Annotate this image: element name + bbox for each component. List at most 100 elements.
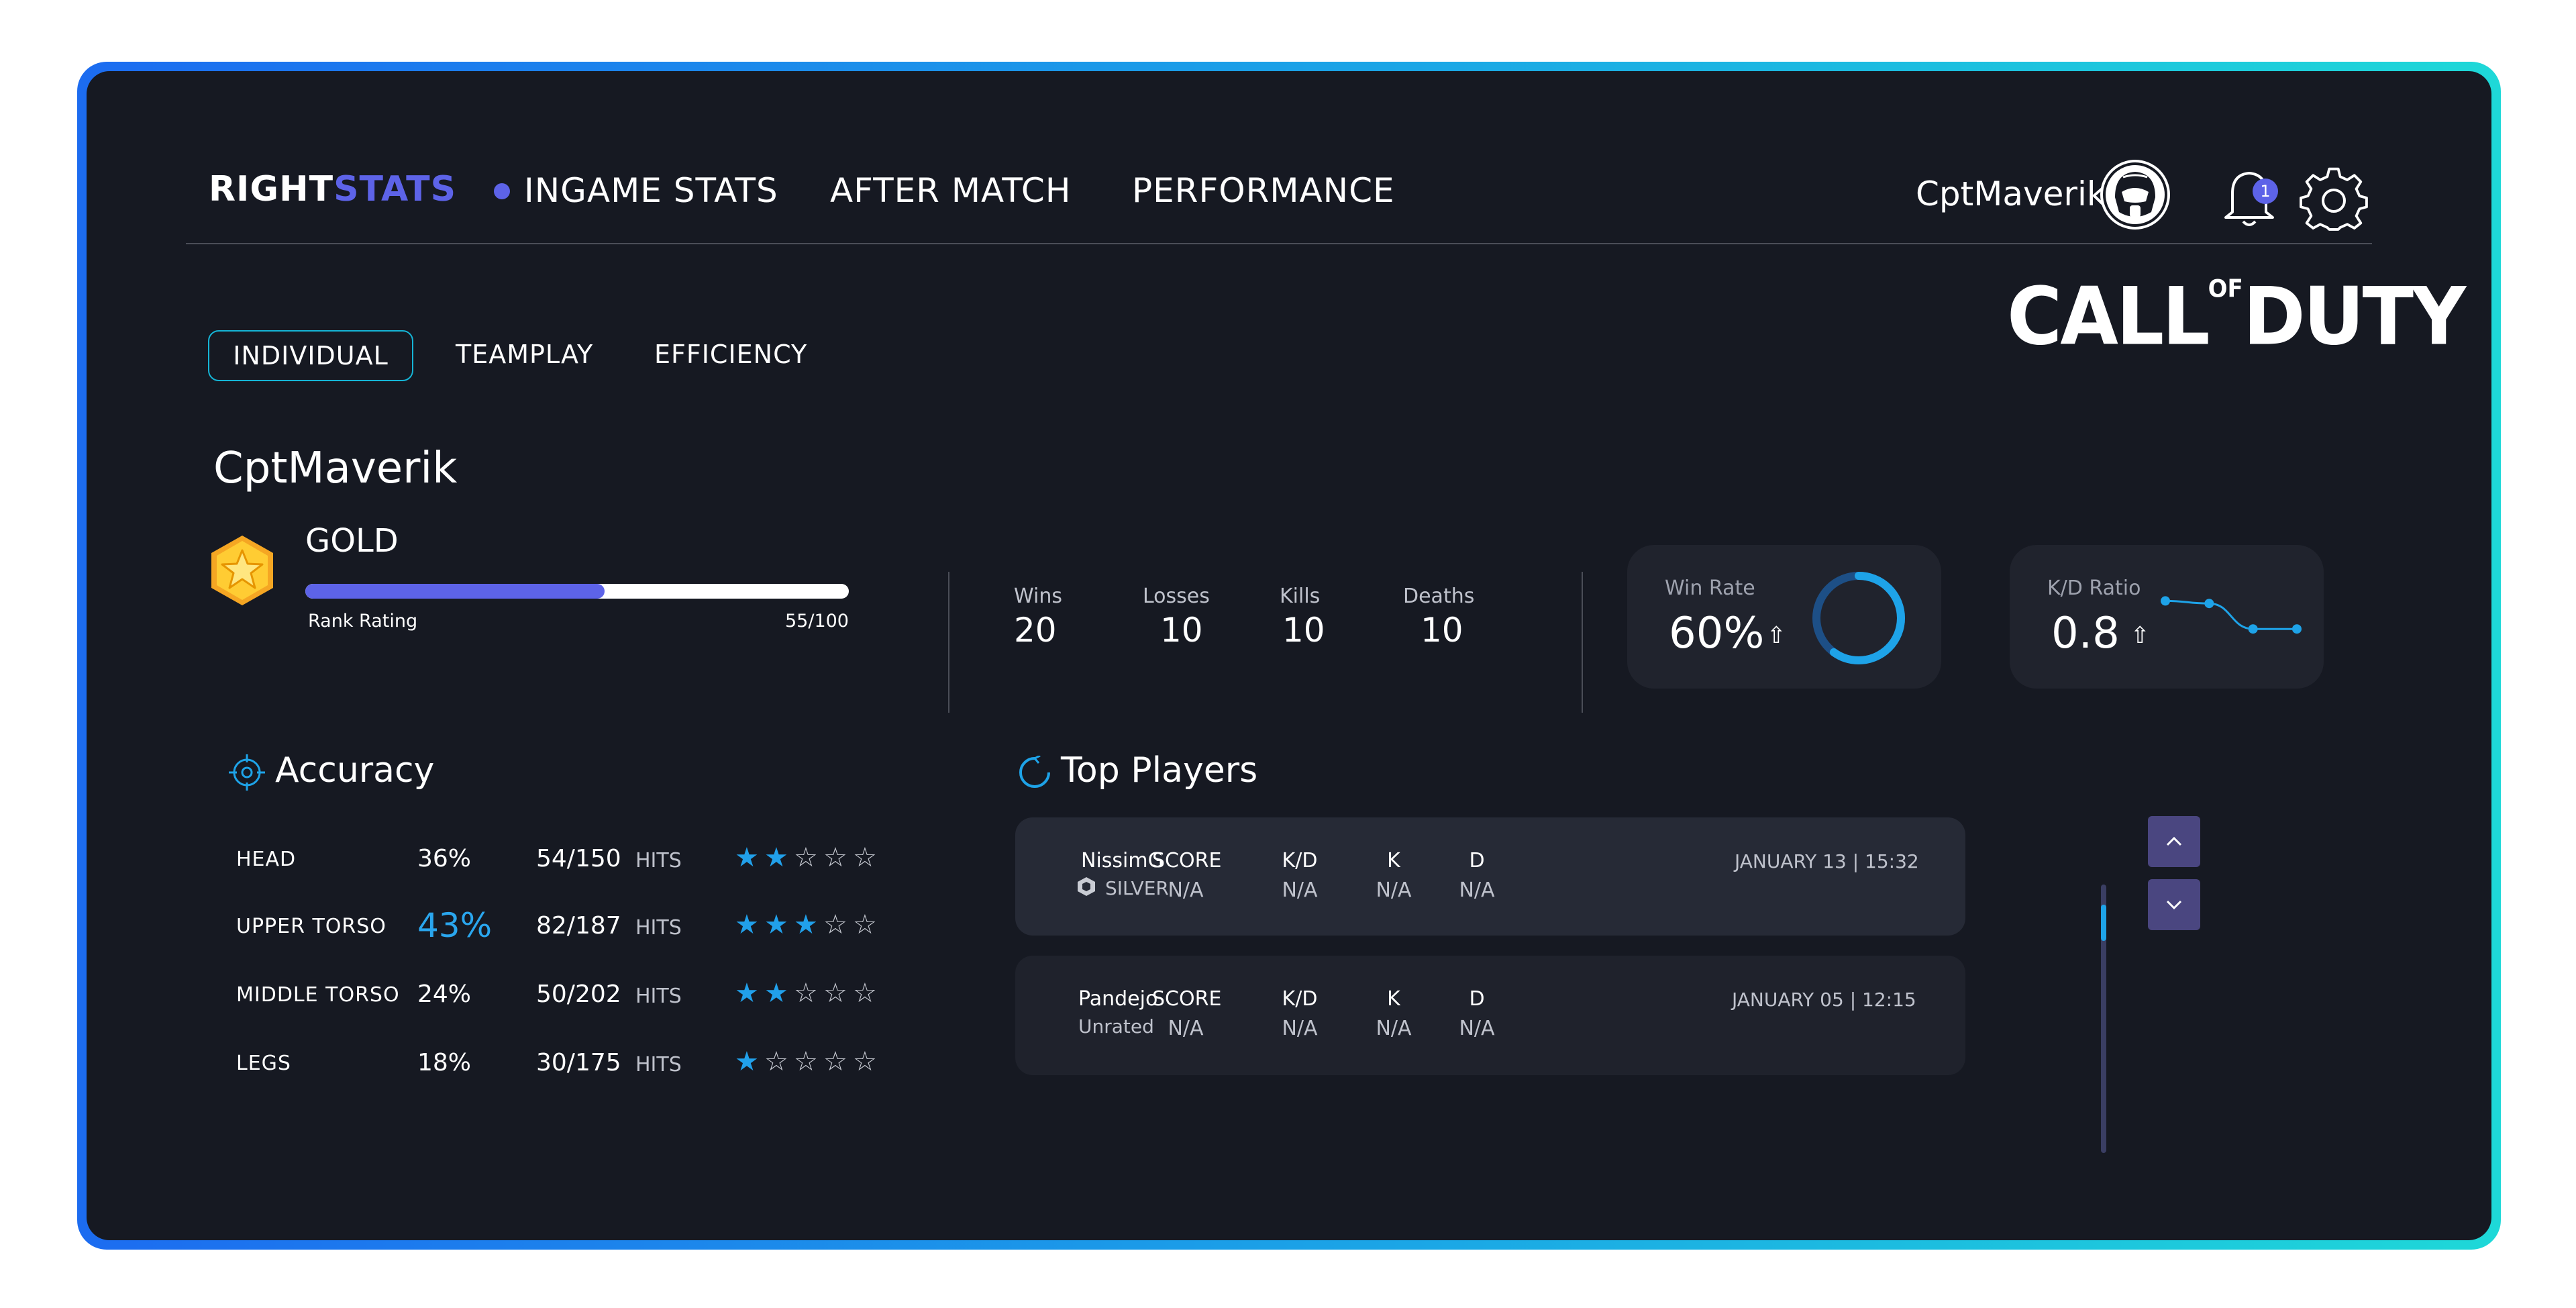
player-col-value: N/A — [1168, 1017, 1204, 1040]
nav-performance[interactable]: PERFORMANCE — [1132, 174, 1395, 207]
active-nav-indicator — [494, 183, 510, 199]
accuracy-part: MIDDLE TORSO — [236, 983, 400, 1007]
scrollbar-thumb[interactable] — [2101, 905, 2106, 941]
rank-name: GOLD — [305, 522, 399, 560]
accuracy-percent: 24% — [417, 980, 472, 1008]
star-filled-icon: ★ — [794, 909, 818, 940]
star-empty-icon: ☆ — [853, 1046, 877, 1077]
header-divider — [186, 243, 2372, 244]
accuracy-hit-count: 54/150 — [536, 845, 621, 872]
logo-prefix: RIGHT — [209, 169, 334, 209]
nav-after-match[interactable]: AFTER MATCH — [830, 174, 1071, 207]
accuracy-percent: 36% — [417, 845, 472, 872]
win-rate-card: Win Rate 60% ⇧ — [1627, 545, 1941, 689]
table-row[interactable]: NissimG SILVER SCORE N/A K/D N/A K N/A D N/… — [1015, 817, 1965, 936]
star-empty-icon: ☆ — [823, 909, 847, 940]
kd-trend-point — [2161, 596, 2170, 606]
rank-progress-fill — [305, 584, 605, 599]
stat-deaths-label: Deaths — [1403, 585, 1475, 608]
stats-divider-right — [1582, 572, 1583, 713]
stat-deaths-value: 10 — [1421, 611, 1463, 650]
nav-ingame-stats[interactable]: INGAME STATS — [524, 174, 778, 207]
player-col-value: N/A — [1282, 878, 1318, 902]
avatar[interactable] — [2100, 160, 2170, 230]
accuracy-hit-count: 82/187 — [536, 912, 621, 940]
accuracy-hit-count: 50/202 — [536, 980, 621, 1008]
settings-button[interactable] — [2300, 166, 2368, 235]
logo-word-2: DUTY — [2243, 270, 2466, 363]
kd-trend-sparkline — [2161, 596, 2302, 634]
logo-word-1: CALL — [2007, 270, 2210, 363]
accuracy-hits-label: HITS — [635, 1053, 682, 1076]
star-empty-icon: ☆ — [823, 842, 847, 873]
player-col-header: K/D — [1282, 987, 1318, 1011]
tab-individual[interactable]: INDIVIDUAL — [208, 330, 413, 381]
table-row[interactable]: Pandejo Unrated SCORE N/A K/D N/A K N/A D N… — [1015, 956, 1965, 1075]
star-empty-icon: ☆ — [794, 1046, 818, 1077]
app-logo[interactable]: RIGHTSTATS — [209, 172, 456, 207]
kd-trend-point — [2292, 624, 2302, 634]
arrow-up-icon: ⇧ — [1767, 622, 1786, 649]
accuracy-star-rating: ★ ★ ★ ☆ ☆ — [735, 911, 882, 938]
silver-rank-icon — [1078, 877, 1095, 896]
accuracy-percent: 43% — [417, 906, 493, 945]
star-filled-icon: ★ — [764, 978, 788, 1009]
player-tier: Unrated — [1078, 1015, 1154, 1038]
stat-wins-value: 20 — [1014, 611, 1057, 650]
win-rate-value: 60% — [1669, 609, 1765, 658]
rank-rating-value: 55/100 — [785, 611, 849, 632]
scroll-down-button[interactable] — [2148, 879, 2200, 930]
stat-losses-label: Losses — [1143, 585, 1210, 608]
scroll-up-button[interactable] — [2148, 816, 2200, 867]
win-rate-ring — [1812, 572, 1905, 664]
accuracy-part: LEGS — [236, 1052, 291, 1075]
notification-badge: 1 — [2253, 179, 2278, 204]
player-col-header: SCORE — [1152, 987, 1222, 1011]
arrow-up-icon: ⇧ — [2130, 622, 2150, 649]
star-filled-icon: ★ — [735, 842, 759, 873]
stat-kills-value: 10 — [1282, 611, 1325, 650]
tab-efficiency[interactable]: EFFICIENCY — [654, 330, 807, 379]
accuracy-title: Accuracy — [275, 750, 435, 791]
player-col-value: N/A — [1168, 878, 1204, 902]
player-col-header: D — [1469, 987, 1485, 1011]
star-filled-icon: ★ — [764, 842, 788, 873]
accuracy-hits-label: HITS — [635, 916, 682, 940]
star-empty-icon: ☆ — [823, 978, 847, 1009]
crosshair-icon — [229, 754, 265, 791]
accuracy-star-rating: ★ ★ ☆ ☆ ☆ — [735, 980, 882, 1007]
star-empty-icon: ☆ — [853, 978, 877, 1009]
star-empty-icon: ☆ — [823, 1046, 847, 1077]
player-col-value: N/A — [1376, 1017, 1412, 1040]
kd-trend-point — [2248, 624, 2258, 634]
star-filled-icon: ★ — [764, 909, 788, 940]
accuracy-part: HEAD — [236, 848, 297, 871]
rank-progress-bar — [305, 584, 849, 599]
star-empty-icon: ☆ — [764, 1046, 788, 1077]
header-username[interactable]: CptMaverik — [1916, 177, 2106, 211]
kd-trend-point — [2204, 599, 2214, 609]
player-name: NissimG — [1081, 849, 1164, 872]
player-col-header: K — [1387, 849, 1400, 872]
player-match-date: JANUARY 05 | 12:15 — [1732, 989, 1916, 1011]
player-col-header: SCORE — [1152, 849, 1222, 872]
pilot-helmet-icon — [2103, 162, 2167, 227]
refresh-icon — [1019, 756, 1050, 788]
logo-word-of: OF — [2208, 274, 2243, 303]
chevron-up-icon — [2166, 836, 2182, 846]
star-filled-icon: ★ — [735, 1046, 759, 1077]
player-col-value: N/A — [1459, 878, 1495, 902]
star-filled-icon: ★ — [735, 909, 759, 940]
accuracy-percent: 18% — [417, 1049, 472, 1076]
accuracy-hits-label: HITS — [635, 985, 682, 1008]
app-frame: RIGHTSTATS INGAME STATS AFTER MATCH PERF… — [77, 62, 2501, 1250]
kd-ratio-label: K/D Ratio — [2047, 576, 2141, 600]
kd-trend-line — [2165, 599, 2297, 630]
chevron-down-icon — [2166, 900, 2182, 910]
player-name: CptMaverik — [213, 444, 458, 493]
accuracy-part: UPPER TORSO — [236, 915, 387, 938]
rank-rating-label: Rank Rating — [308, 611, 418, 632]
tab-teamplay[interactable]: TEAMPLAY — [456, 330, 593, 379]
star-filled-icon: ★ — [735, 978, 759, 1009]
star-empty-icon: ☆ — [853, 909, 877, 940]
